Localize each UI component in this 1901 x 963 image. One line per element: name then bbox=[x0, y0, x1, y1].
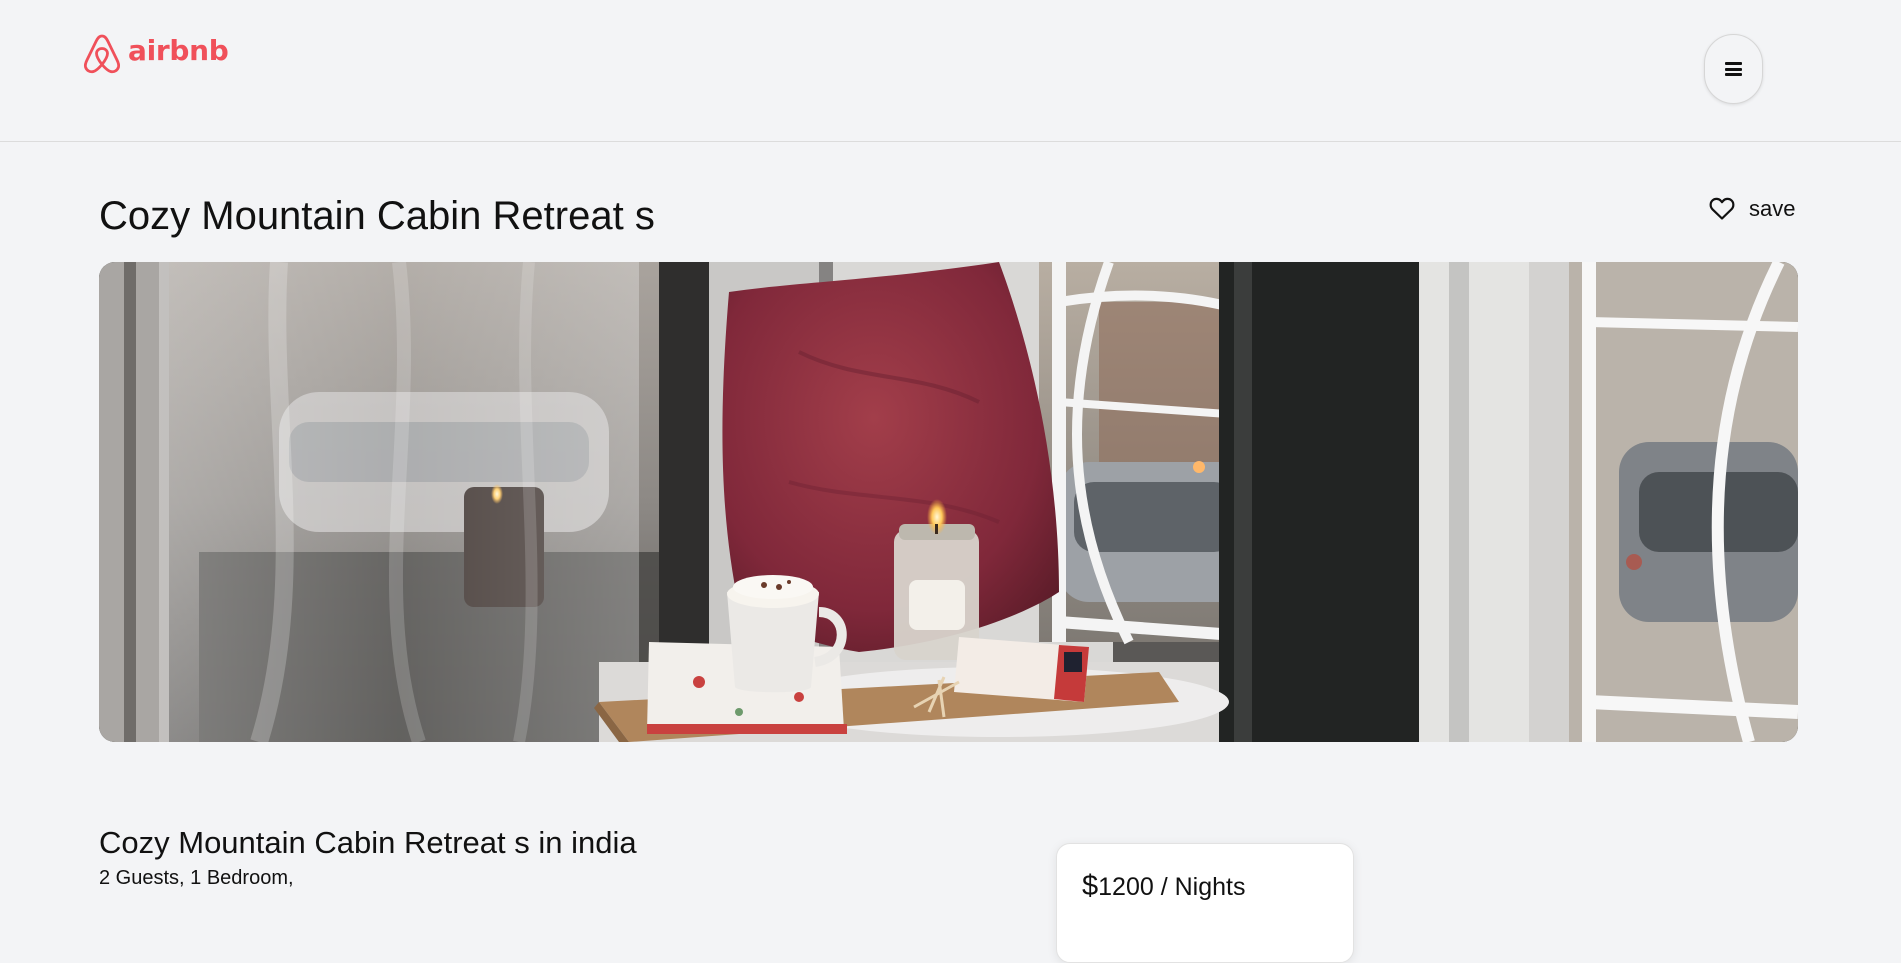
airbnb-logo-icon bbox=[82, 32, 122, 74]
menu-button[interactable] bbox=[1704, 34, 1763, 104]
brand-name: airbnb bbox=[128, 34, 229, 67]
hamburger-menu-icon bbox=[1725, 62, 1742, 76]
price-card: $1200 / Nights bbox=[1056, 843, 1354, 963]
price-unit: / Nights bbox=[1153, 873, 1246, 901]
currency-symbol: $ bbox=[1082, 870, 1099, 902]
listing-meta: 2 Guests, 1 Bedroom, bbox=[99, 867, 294, 889]
save-label: save bbox=[1749, 196, 1796, 221]
price-line: $1200 / Nights bbox=[1082, 871, 1245, 902]
airbnb-logo[interactable]: airbnb bbox=[82, 32, 229, 74]
page-title: Cozy Mountain Cabin Retreat s bbox=[99, 194, 655, 238]
price-value: 1200 bbox=[1098, 873, 1154, 901]
listing-photo[interactable] bbox=[99, 262, 1798, 742]
save-button[interactable]: save bbox=[1709, 196, 1795, 222]
listing-heading: Cozy Mountain Cabin Retreat s in india bbox=[99, 825, 637, 860]
heart-outline-icon bbox=[1709, 197, 1735, 221]
top-header: airbnb bbox=[0, 0, 1901, 142]
